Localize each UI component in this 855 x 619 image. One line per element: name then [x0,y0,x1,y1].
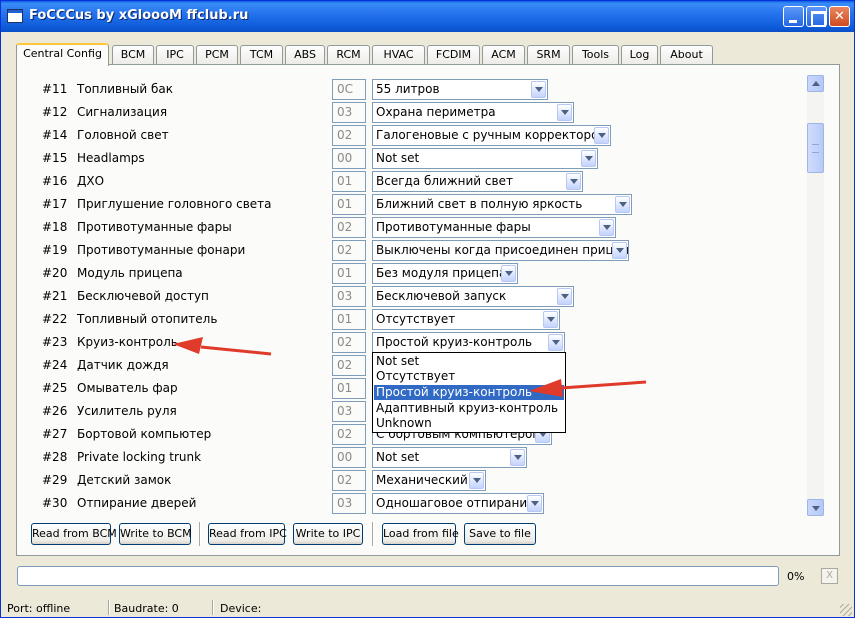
red-arrow-icon [173,337,272,356]
red-arrow-icon [529,379,647,397]
app-window: FoCCCus by xGloooM ffclub.ru ✕ Central C… [0,0,855,618]
annotation-arrows [173,337,647,397]
